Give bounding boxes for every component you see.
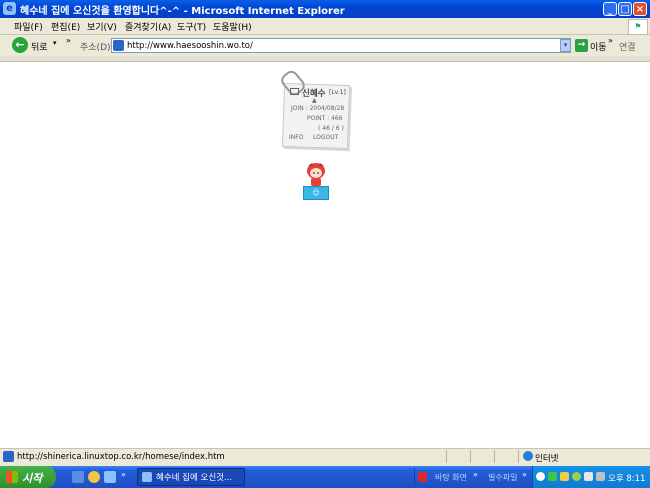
quicklaunch-chevron-icon[interactable]: » <box>121 470 126 479</box>
toolbar-app-icon[interactable] <box>418 472 427 482</box>
essential-files-label[interactable]: 필수파일 <box>488 472 517 483</box>
status-divider <box>518 450 519 463</box>
address-label: 주소(D) <box>80 43 111 53</box>
logout-link[interactable]: LOGOUT <box>313 134 338 141</box>
ie-quicklaunch-icon[interactable] <box>104 471 116 483</box>
info-link[interactable]: INFO <box>289 134 303 141</box>
warning-icon: ▲ <box>312 97 317 104</box>
profile-join-date: JOIN : 2004/08/28 <box>291 105 345 112</box>
window-title: 혜수네 집에 오신것을 환영합니다^-^ - Microsoft Interne… <box>20 6 345 17</box>
page-icon <box>113 40 124 51</box>
address-input[interactable]: http://www.haesooshin.wo.to/ <box>127 41 253 51</box>
taskbar-ie-icon <box>142 472 152 482</box>
tray-app-icon[interactable] <box>596 472 605 481</box>
security-zone: 인터넷 <box>535 454 559 464</box>
antivirus-icon[interactable] <box>572 472 581 481</box>
desktop-chevron-icon[interactable]: » <box>473 470 478 479</box>
network-icon[interactable] <box>548 472 557 481</box>
toolbar-chevron-icon[interactable]: » <box>66 36 71 45</box>
profile-count: ( 46 / 6 ) <box>318 125 344 132</box>
mail-icon[interactable] <box>290 88 299 95</box>
menu-view[interactable]: 보기(V) <box>87 20 117 33</box>
menu-tools[interactable]: 도구(T) <box>177 20 206 33</box>
avatar-base[interactable]: ☺ <box>303 186 329 200</box>
back-button[interactable]: 뒤로 <box>31 40 48 53</box>
taskbar-divider <box>414 468 415 486</box>
back-arrow-icon[interactable]: ← <box>12 37 28 53</box>
messenger-tray-icon[interactable] <box>560 472 569 481</box>
go-arrow-icon[interactable]: → <box>575 39 588 52</box>
taskbar-window-label[interactable]: 혜수네 집에 오신것... <box>156 471 232 483</box>
messenger-icon[interactable] <box>88 471 100 483</box>
profile-points: POINT : 466 <box>307 115 343 122</box>
files-chevron-icon[interactable]: » <box>522 470 527 479</box>
tray-arrow-icon[interactable] <box>536 472 545 481</box>
status-url: http://shinerica.linuxtop.co.kr/homese/i… <box>17 452 225 462</box>
back-dropdown-icon[interactable]: ▾ <box>53 39 57 47</box>
close-button[interactable]: × <box>633 2 647 16</box>
windows-flag-icon <box>6 471 18 483</box>
status-divider <box>494 450 495 463</box>
start-label[interactable]: 시작 <box>22 470 42 486</box>
menu-file[interactable]: 파일(F) <box>14 20 43 33</box>
ie-logo-icon: e <box>3 2 16 15</box>
page-status-icon <box>3 451 14 462</box>
address-dropdown-icon[interactable]: ▾ <box>560 39 571 52</box>
windows-logo-icon: ⚑ <box>628 19 648 35</box>
links-button[interactable]: 연결 <box>619 40 636 53</box>
go-button[interactable]: 이동 <box>590 40 607 53</box>
links-chevron-icon[interactable]: » <box>608 36 613 45</box>
avatar-character-icon[interactable] <box>304 160 328 188</box>
menu-favorites[interactable]: 즐겨찾기(A) <box>125 20 171 33</box>
show-desktop-icon[interactable] <box>72 471 84 483</box>
maximize-button[interactable]: □ <box>618 2 632 16</box>
internet-zone-icon <box>523 451 533 461</box>
minimize-button[interactable]: _ <box>603 2 617 16</box>
menu-help[interactable]: 도움말(H) <box>213 20 252 33</box>
profile-level: [Lv.1] <box>329 89 346 96</box>
clock[interactable]: 오후 8:11 <box>608 472 645 484</box>
status-divider <box>470 450 471 463</box>
desktop-toolbar-label[interactable]: 바탕 화면 <box>435 472 467 483</box>
volume-icon[interactable] <box>584 472 593 481</box>
menu-edit[interactable]: 편집(E) <box>51 20 80 33</box>
status-divider <box>446 450 447 463</box>
